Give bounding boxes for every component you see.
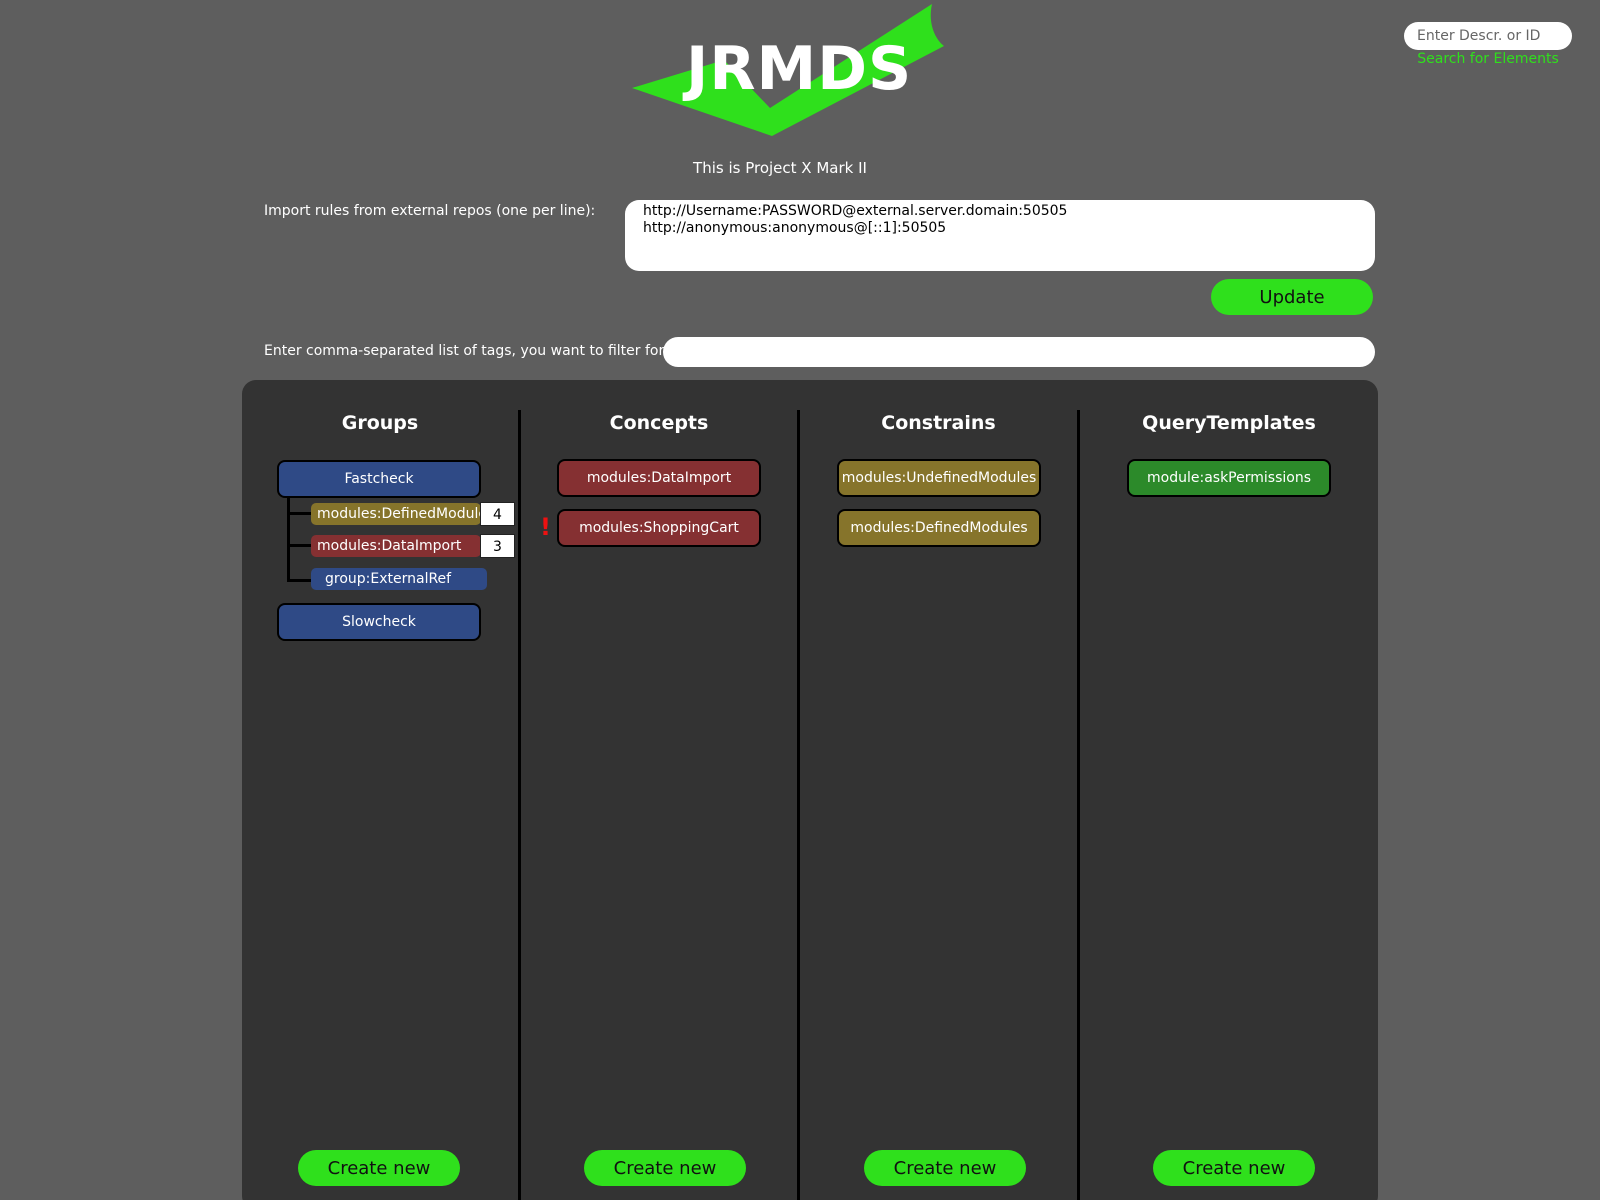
logo: JRMDS (632, 0, 964, 140)
tree-connector (287, 512, 311, 515)
querytemplate-item[interactable]: module:askPermissions (1127, 459, 1331, 497)
search-elements-link[interactable]: Search for Elements (1404, 51, 1572, 67)
group-item-slowcheck[interactable]: Slowcheck (277, 603, 481, 641)
group-item-fastcheck[interactable]: Fastcheck (277, 460, 481, 498)
update-button[interactable]: Update (1211, 279, 1373, 315)
group-child-item[interactable]: modules:DefinedModules (311, 503, 481, 525)
create-concept-button[interactable]: Create new (584, 1150, 746, 1186)
column-divider (1077, 410, 1080, 1200)
logo-text: JRMDS (686, 34, 913, 104)
project-subtitle: This is Project X Mark II (693, 159, 867, 177)
tags-filter-input[interactable] (663, 337, 1375, 367)
repos-label: Import rules from external repos (one pe… (264, 203, 596, 219)
concept-item[interactable]: modules:DataImport (557, 459, 761, 497)
tags-label: Enter comma-separated list of tags, you … (264, 343, 669, 359)
group-child-item[interactable]: modules:DataImport (311, 535, 481, 557)
count-badge: 4 (480, 502, 515, 526)
constraints-title: Constrains (881, 412, 996, 434)
repos-textarea[interactable] (625, 200, 1375, 271)
tree-connector (287, 498, 290, 582)
count-badge: 3 (480, 534, 515, 558)
page: JRMDS Search for Elements This is Projec… (0, 0, 1600, 1200)
create-group-button[interactable]: Create new (298, 1150, 460, 1186)
warning-icon: ! (540, 513, 551, 541)
tree-connector (287, 544, 311, 547)
concept-item[interactable]: modules:ShoppingCart (557, 509, 761, 547)
search-input[interactable] (1404, 22, 1572, 50)
constraint-item[interactable]: modules:DefinedModules (837, 509, 1041, 547)
create-querytemplate-button[interactable]: Create new (1153, 1150, 1315, 1186)
column-divider (518, 410, 521, 1200)
create-constraint-button[interactable]: Create new (864, 1150, 1026, 1186)
querytemplates-title: QueryTemplates (1142, 412, 1316, 434)
rules-board: Groups Fastcheck modules:DefinedModules … (242, 380, 1378, 1200)
tree-connector (287, 579, 311, 582)
concepts-title: Concepts (609, 412, 709, 434)
groups-title: Groups (341, 412, 419, 434)
group-child-item[interactable]: group:ExternalRef (311, 568, 487, 590)
column-divider (797, 410, 800, 1200)
constraint-item[interactable]: modules:UndefinedModules (837, 459, 1041, 497)
